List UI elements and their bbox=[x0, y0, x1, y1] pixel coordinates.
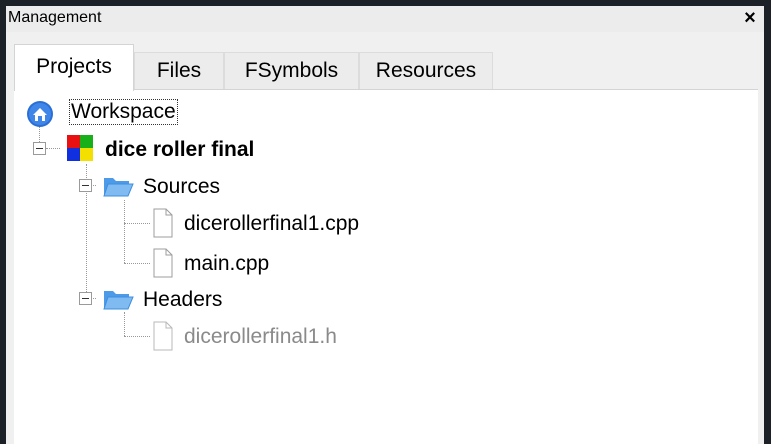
tree-node-workspace[interactable]: Workspace bbox=[69, 99, 178, 125]
tree-node-headers[interactable]: Headers bbox=[143, 288, 222, 312]
tree-connector bbox=[124, 263, 150, 264]
collapse-icon[interactable] bbox=[79, 292, 92, 305]
panel-titlebar: Management × bbox=[6, 6, 764, 32]
folder-icon bbox=[103, 291, 134, 310]
tree-node-file[interactable]: dicerollerfinal1.cpp bbox=[184, 212, 359, 236]
tree-connector bbox=[124, 312, 125, 336]
tab-fsymbols[interactable]: FSymbols bbox=[224, 52, 359, 90]
tab-files[interactable]: Files bbox=[134, 52, 224, 90]
tree-connector bbox=[124, 200, 125, 263]
window-frame: Management × Projects Files FSymbols Res… bbox=[0, 0, 771, 444]
tree-connector bbox=[124, 336, 150, 337]
file-icon bbox=[153, 248, 173, 278]
management-panel: Management × Projects Files FSymbols Res… bbox=[6, 6, 764, 444]
tree-node-file[interactable]: dicerollerfinal1.h bbox=[184, 325, 337, 349]
close-icon[interactable]: × bbox=[740, 7, 760, 29]
tab-resources[interactable]: Resources bbox=[359, 52, 493, 90]
collapse-icon[interactable] bbox=[79, 179, 92, 192]
project-tree: Workspace dice roller final Sources dice… bbox=[14, 89, 758, 444]
tree-connector bbox=[46, 148, 60, 149]
workspace-globe-icon bbox=[27, 101, 53, 127]
file-icon bbox=[153, 321, 173, 351]
panel-title: Management bbox=[8, 9, 102, 26]
tree-node-file[interactable]: main.cpp bbox=[184, 252, 269, 276]
tab-projects[interactable]: Projects bbox=[14, 44, 134, 91]
tree-connector bbox=[124, 223, 150, 224]
file-icon bbox=[153, 208, 173, 238]
collapse-icon[interactable] bbox=[33, 142, 46, 155]
folder-icon bbox=[103, 178, 134, 197]
tree-node-sources[interactable]: Sources bbox=[143, 175, 220, 199]
tree-node-project[interactable]: dice roller final bbox=[105, 138, 254, 162]
project-icon bbox=[67, 135, 93, 161]
